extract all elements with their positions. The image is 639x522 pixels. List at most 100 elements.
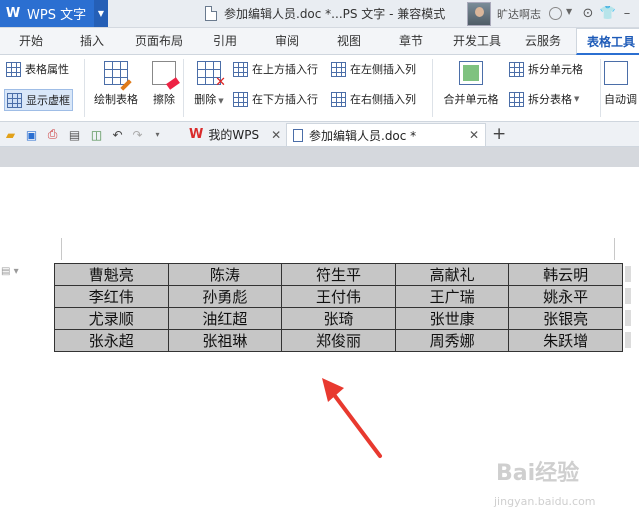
title-bar: W WPS 文字 ▼ 参加编辑人员.doc *...PS 文字 - 兼容模式 旷… bbox=[0, 0, 639, 28]
table-cell[interactable]: 符生平 bbox=[281, 263, 396, 286]
table-cell[interactable]: 张琦 bbox=[281, 307, 396, 330]
table-cell[interactable]: 张银亮 bbox=[508, 307, 623, 330]
tab-current-document[interactable]: 参加编辑人员.doc * ✕ bbox=[286, 123, 486, 146]
app-name: WPS 文字 bbox=[27, 8, 87, 23]
tab-developer[interactable]: 开发工具 bbox=[444, 28, 510, 55]
chevron-down-icon[interactable]: ▼ bbox=[94, 0, 108, 27]
divider bbox=[183, 59, 184, 117]
customize-toolbar-icon[interactable]: ▾ bbox=[150, 127, 165, 142]
window-title: 参加编辑人员.doc *...PS 文字 - 兼容模式 bbox=[224, 7, 446, 21]
table-cell[interactable]: 张永超 bbox=[54, 329, 169, 352]
watermark: Bai经验 jingyan.baidu.com bbox=[480, 455, 620, 517]
table-cell[interactable]: 孙勇彪 bbox=[167, 285, 283, 308]
avatar[interactable] bbox=[467, 2, 491, 26]
ribbon-tabs: 开始 插入 页面布局 引用 审阅 视图 章节 开发工具 云服务 表格工具 bbox=[0, 28, 639, 55]
table-cell[interactable]: 韩云明 bbox=[508, 263, 623, 286]
table-cell[interactable]: 周秀娜 bbox=[394, 329, 510, 352]
divider bbox=[600, 59, 601, 117]
document-background bbox=[0, 147, 639, 167]
split-cells-button[interactable]: 拆分单元格 bbox=[509, 61, 583, 77]
erase-button[interactable]: 擦除 bbox=[141, 61, 187, 107]
table-cell[interactable]: 姚永平 bbox=[508, 285, 623, 308]
merge-cells-button[interactable]: 合并单元格 bbox=[440, 61, 502, 107]
table-cell[interactable]: 朱跃增 bbox=[508, 329, 623, 352]
watermark-brand: Bai经验 bbox=[496, 461, 580, 486]
split-cells-label: 拆分单元格 bbox=[528, 63, 583, 76]
tab-references[interactable]: 引用 bbox=[196, 28, 254, 55]
wps-menu-button[interactable]: W WPS 文字 ▼ bbox=[0, 0, 108, 27]
row-end-marker bbox=[625, 288, 631, 304]
quick-access-bar: ▰ ▣ ⎙ ▤ ◫ ↶ ↷ ▾ W 我的WPS ✕ 参加编辑人员.doc * ✕… bbox=[0, 122, 639, 147]
table-properties-icon bbox=[6, 61, 21, 77]
feedback-icon[interactable]: ⊙ bbox=[580, 5, 596, 21]
insert-column-left-button[interactable]: 在左侧插入列 bbox=[331, 61, 416, 77]
table-cell[interactable]: 王付伟 bbox=[281, 285, 396, 308]
skin-icon[interactable]: 👕 bbox=[600, 5, 616, 21]
insert-row-above-button[interactable]: 在上方插入行 bbox=[233, 61, 318, 77]
table-cell[interactable]: 王广瑞 bbox=[394, 285, 510, 308]
tab-my-wps[interactable]: W 我的WPS ✕ bbox=[183, 123, 287, 146]
document-icon bbox=[293, 128, 303, 142]
insert-column-right-button[interactable]: 在右侧插入列 bbox=[331, 91, 416, 107]
table-cell[interactable]: 尤录顺 bbox=[54, 307, 169, 330]
table-cell[interactable]: 郑俊丽 bbox=[281, 329, 396, 352]
tab-sections[interactable]: 章节 bbox=[378, 28, 444, 55]
minimize-icon[interactable]: – bbox=[619, 5, 635, 21]
insert-column-left-icon bbox=[331, 61, 346, 77]
table-cell[interactable]: 油红超 bbox=[167, 307, 283, 330]
divider bbox=[84, 59, 85, 117]
table-cell[interactable]: 张祖琳 bbox=[167, 329, 283, 352]
tab-current-document-label: 参加编辑人员.doc * bbox=[309, 128, 417, 143]
table-properties-label: 表格属性 bbox=[25, 63, 69, 76]
split-table-button[interactable]: 拆分表格 ▼ bbox=[509, 91, 579, 107]
tab-table-tools[interactable]: 表格工具 bbox=[576, 28, 639, 55]
show-gridlines-button[interactable]: 显示虚框 bbox=[4, 89, 73, 111]
redo-icon[interactable]: ↷ bbox=[130, 127, 145, 142]
draw-table-button[interactable]: 绘制表格 bbox=[93, 61, 139, 107]
paragraph-handle-icon[interactable]: ▤ ▾ bbox=[1, 266, 19, 277]
chevron-down-icon[interactable]: ▼ bbox=[566, 7, 572, 16]
insert-row-above-label: 在上方插入行 bbox=[252, 63, 318, 76]
auto-adjust-icon bbox=[604, 61, 628, 85]
document-icon bbox=[205, 6, 217, 21]
insert-column-right-icon bbox=[331, 91, 346, 107]
tab-insert[interactable]: 插入 bbox=[62, 28, 122, 55]
draw-table-icon bbox=[104, 61, 128, 85]
export-pdf-icon[interactable]: ⎙ bbox=[45, 127, 60, 142]
tab-my-wps-label: 我的WPS bbox=[208, 128, 260, 142]
draw-table-label: 绘制表格 bbox=[94, 93, 138, 106]
row-end-marker bbox=[625, 310, 631, 326]
tab-start[interactable]: 开始 bbox=[0, 28, 62, 55]
table-cell[interactable]: 曹魁亮 bbox=[54, 263, 169, 286]
tab-review[interactable]: 审阅 bbox=[254, 28, 320, 55]
new-tab-icon[interactable]: + bbox=[492, 124, 506, 144]
print-icon[interactable]: ▤ bbox=[67, 127, 82, 142]
table-cell[interactable]: 李红伟 bbox=[54, 285, 169, 308]
gridlines-icon bbox=[7, 92, 22, 108]
tab-page-layout[interactable]: 页面布局 bbox=[122, 28, 196, 55]
close-icon[interactable]: ✕ bbox=[469, 128, 479, 142]
auto-adjust-button[interactable]: 自动调 bbox=[604, 61, 639, 107]
print-preview-icon[interactable]: ◫ bbox=[89, 127, 104, 142]
open-folder-icon[interactable]: ▰ bbox=[3, 127, 18, 142]
insert-row-below-button[interactable]: 在下方插入行 bbox=[233, 91, 318, 107]
close-icon[interactable]: ✕ bbox=[271, 128, 281, 142]
names-table[interactable]: 曹魁亮 陈涛 符生平 高献礼 韩云明 李红伟 孙勇彪 王付伟 王广瑞 姚永平 尤… bbox=[54, 263, 623, 352]
table-properties-button[interactable]: 表格属性 bbox=[6, 61, 69, 77]
save-icon[interactable]: ▣ bbox=[24, 127, 39, 142]
undo-icon[interactable]: ↶ bbox=[110, 127, 125, 142]
delete-button[interactable]: 删除▼ bbox=[186, 61, 232, 107]
delete-table-icon bbox=[197, 61, 226, 90]
watermark-url: jingyan.baidu.com bbox=[494, 495, 596, 508]
table-cell[interactable]: 张世康 bbox=[394, 307, 510, 330]
username[interactable]: 旷达啊志 bbox=[497, 6, 541, 22]
tab-view[interactable]: 视图 bbox=[320, 28, 378, 55]
tab-cloud[interactable]: 云服务 bbox=[510, 28, 576, 55]
table-cell[interactable]: 陈涛 bbox=[167, 263, 283, 286]
table-row: 曹魁亮 陈涛 符生平 高献礼 韩云明 bbox=[54, 263, 623, 286]
table-cell[interactable]: 高献礼 bbox=[394, 263, 510, 286]
page-margin-marker bbox=[614, 238, 615, 260]
annotation-arrow-icon bbox=[322, 378, 382, 458]
page-margin-marker bbox=[61, 238, 62, 260]
insert-row-below-icon bbox=[233, 91, 248, 107]
